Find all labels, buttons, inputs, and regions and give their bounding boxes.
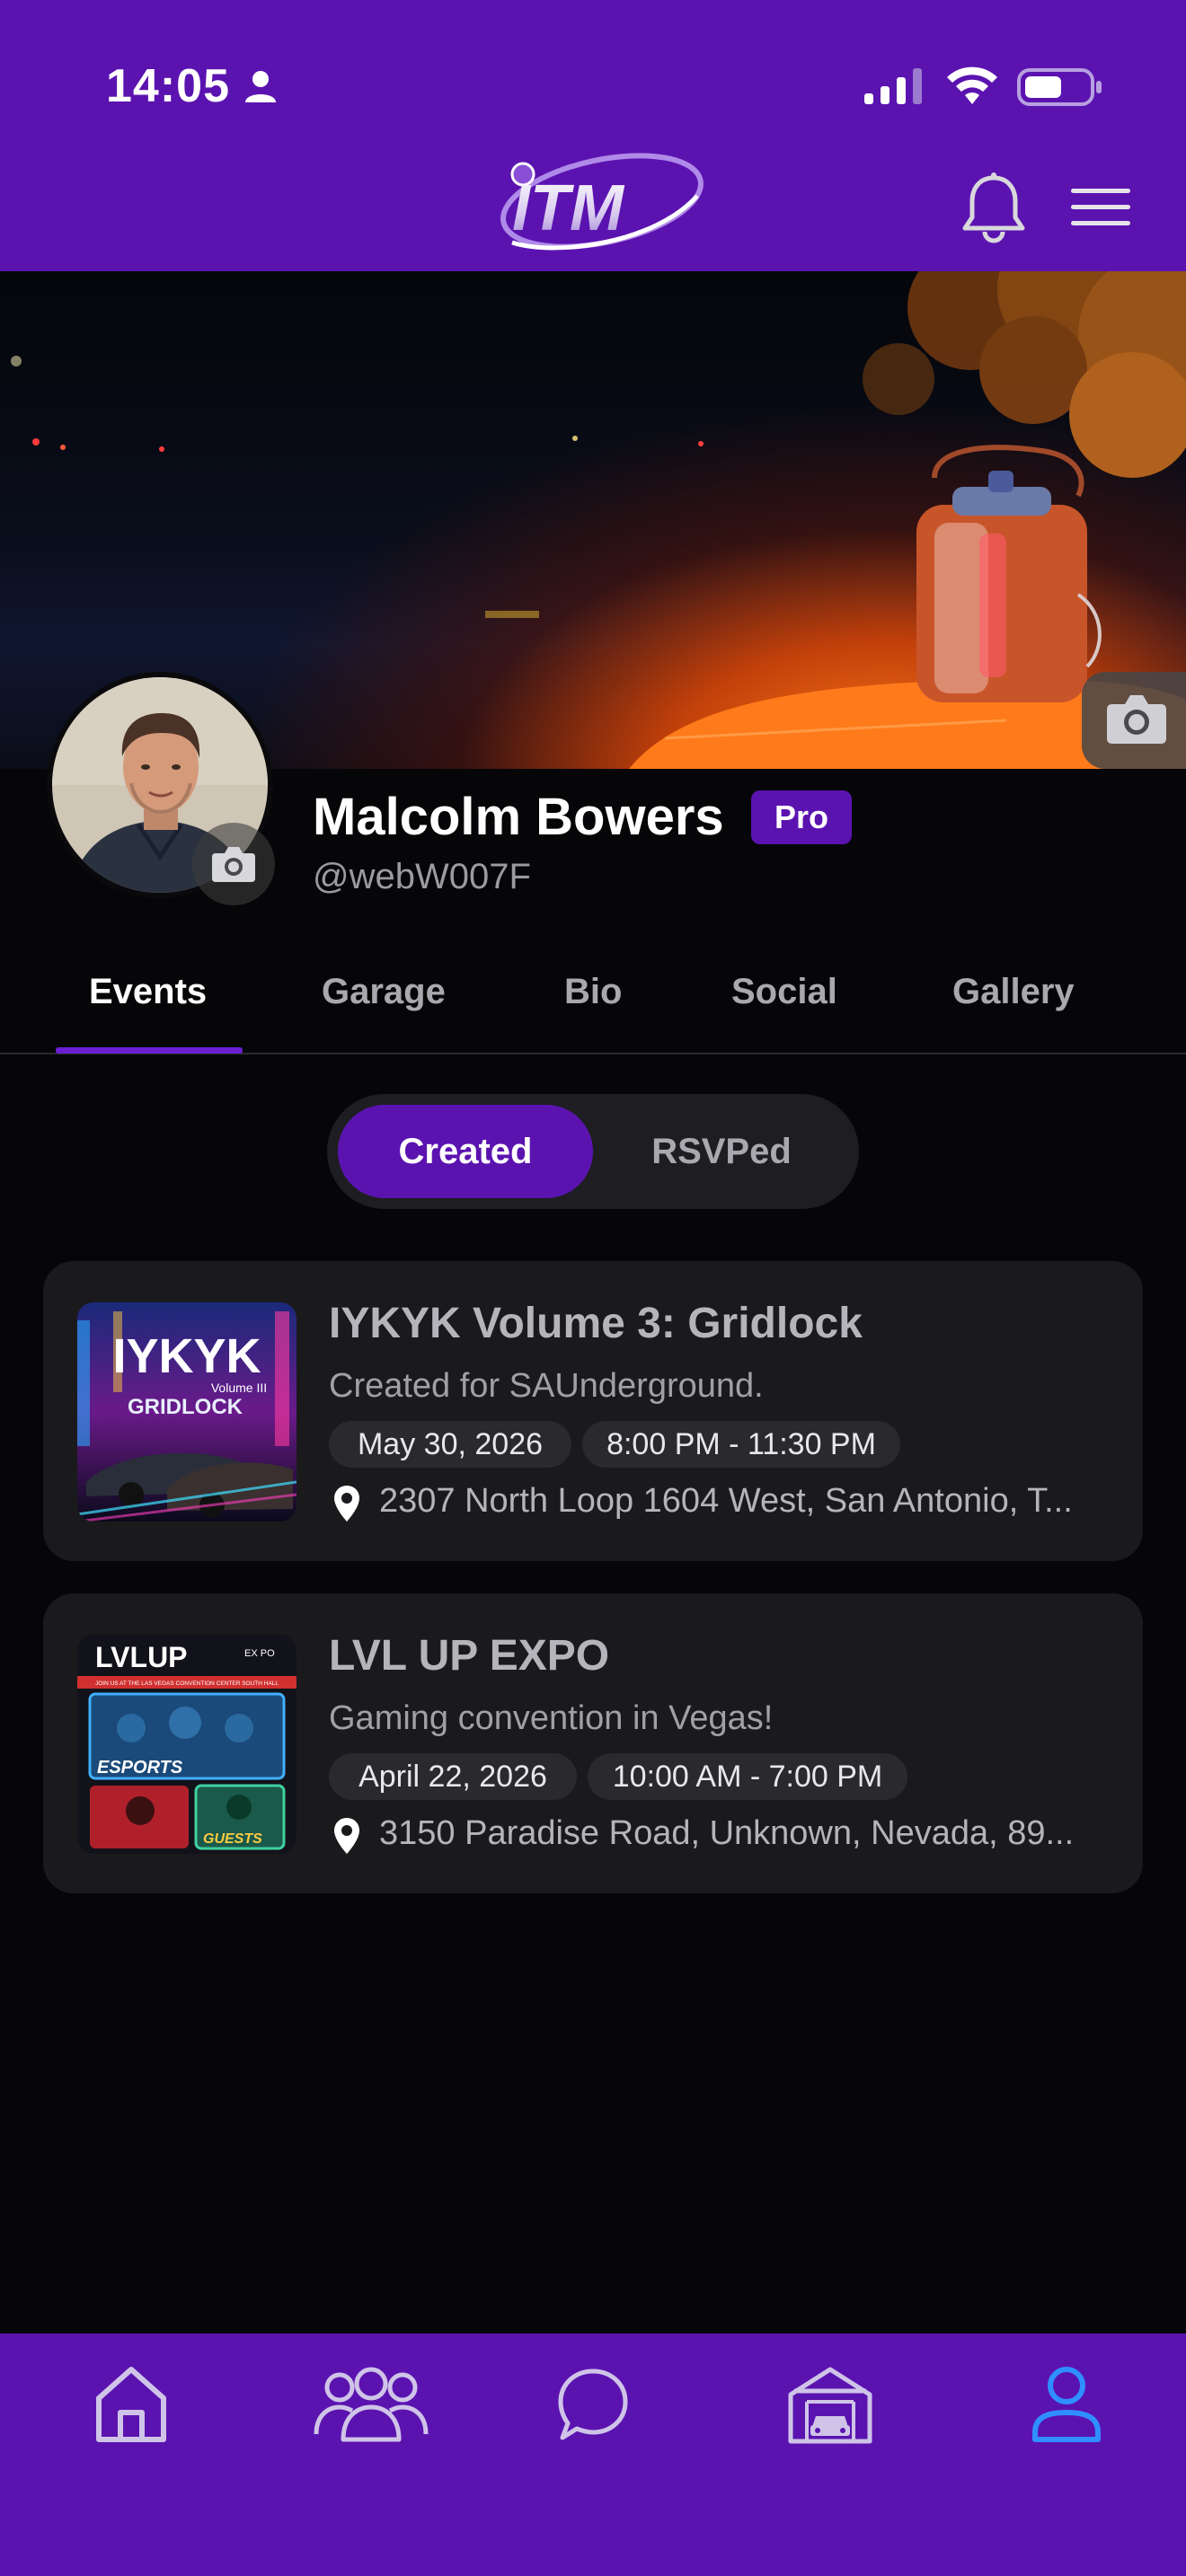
hamburger-menu-icon[interactable]: [1071, 187, 1130, 228]
cellular-signal-icon: [864, 68, 922, 104]
tab-events[interactable]: Events: [89, 972, 207, 1012]
event-poster-lvlup: LVLUP EX PO JOIN US AT THE LAS VEGAS CON…: [77, 1635, 296, 1854]
person-status-icon: [245, 71, 276, 102]
event-thumbnail: LVLUP EX PO JOIN US AT THE LAS VEGAS CON…: [77, 1635, 296, 1854]
event-time-chip: 8:00 PM - 11:30 PM: [582, 1421, 900, 1468]
pro-badge: Pro: [751, 790, 852, 844]
location-pin-icon: [334, 1818, 359, 1854]
profile-tabs: Events Garage Bio Social Gallery: [0, 952, 1186, 1054]
top-bar: 14:05 ITM: [0, 0, 1186, 271]
segment-created[interactable]: Created: [338, 1105, 593, 1198]
location-pin-icon: [334, 1486, 359, 1522]
event-description: Created for SAUnderground.: [329, 1367, 764, 1405]
chat-icon[interactable]: [557, 2364, 629, 2445]
event-poster-iykyk: IYKYK Volume III GRIDLOCK: [77, 1302, 296, 1522]
wifi-icon: [947, 66, 997, 104]
event-thumbnail: IYKYK Volume III GRIDLOCK: [77, 1302, 296, 1522]
itm-logo[interactable]: ITM: [476, 144, 710, 266]
tab-gallery[interactable]: Gallery: [952, 972, 1075, 1012]
tab-social[interactable]: Social: [731, 972, 837, 1012]
garage-icon[interactable]: [787, 2364, 873, 2445]
home-icon[interactable]: [93, 2364, 169, 2445]
profile-name: Malcolm Bowers: [313, 788, 724, 846]
active-tab-indicator: [56, 1047, 243, 1054]
svg-text:GRIDLOCK: GRIDLOCK: [128, 1395, 243, 1419]
event-time-chip: 10:00 AM - 7:00 PM: [588, 1753, 907, 1800]
svg-text:ITM: ITM: [512, 172, 625, 244]
profile-handle: @webW007F: [313, 857, 531, 896]
camera-icon: [1107, 695, 1166, 744]
edit-avatar-button[interactable]: [192, 823, 275, 905]
event-date-chip: May 30, 2026: [329, 1421, 571, 1468]
camera-icon: [212, 847, 255, 882]
svg-text:EX PO: EX PO: [244, 1648, 275, 1659]
svg-text:ESPORTS: ESPORTS: [97, 1758, 183, 1778]
svg-text:IYKYK: IYKYK: [112, 1329, 261, 1383]
event-location: 3150 Paradise Road, Unknown, Nevada, 89.…: [379, 1814, 1075, 1852]
event-location: 2307 North Loop 1604 West, San Antonio, …: [379, 1482, 1073, 1520]
svg-text:LVLUP: LVLUP: [95, 1641, 188, 1673]
event-description: Gaming convention in Vegas!: [329, 1699, 774, 1737]
event-title: IYKYK Volume 3: Gridlock: [329, 1300, 863, 1347]
svg-text:GUESTS: GUESTS: [203, 1831, 262, 1847]
battery-icon: [1017, 68, 1102, 106]
event-date-chip: April 22, 2026: [329, 1753, 577, 1800]
event-card[interactable]: LVLUP EX PO JOIN US AT THE LAS VEGAS CON…: [43, 1593, 1143, 1893]
svg-text:JOIN US AT THE LAS VEGAS CONVE: JOIN US AT THE LAS VEGAS CONVENTION CENT…: [95, 1681, 279, 1687]
profile-icon[interactable]: [1030, 2364, 1103, 2445]
people-icon[interactable]: [313, 2364, 429, 2445]
edit-cover-photo-button[interactable]: [1082, 672, 1186, 769]
tab-garage[interactable]: Garage: [322, 972, 446, 1012]
segment-rsvped[interactable]: RSVPed: [595, 1105, 848, 1198]
notification-bell-icon[interactable]: [961, 172, 1026, 244]
event-title: LVL UP EXPO: [329, 1632, 610, 1680]
status-time: 14:05: [106, 60, 230, 112]
events-filter-toggle: Created RSVPed: [327, 1094, 859, 1209]
tab-bio[interactable]: Bio: [564, 972, 622, 1012]
svg-text:Volume III: Volume III: [211, 1381, 267, 1395]
event-card[interactable]: IYKYK Volume III GRIDLOCK IYKYK Volume 3…: [43, 1261, 1143, 1561]
